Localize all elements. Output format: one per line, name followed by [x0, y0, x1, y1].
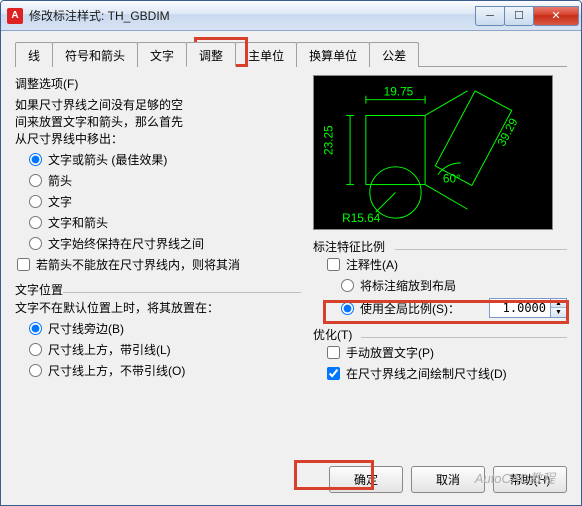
spin-up-icon[interactable]: ▲	[551, 299, 566, 308]
radio-text-or-arrows[interactable]: 文字或箭头 (最佳效果)	[29, 151, 301, 168]
radio-always-keep[interactable]: 文字始终保持在尺寸界线之间	[29, 235, 301, 252]
check-suppress-arrows[interactable]: 若箭头不能放在尺寸界线内，则将其消	[17, 256, 301, 273]
global-scale-label: 使用全局比例(S)：	[360, 300, 460, 317]
radio-text-and-arrows[interactable]: 文字和箭头	[29, 214, 301, 231]
radio-above-leader[interactable]: 尺寸线上方，带引线(L)	[29, 341, 301, 358]
radio-scale-layout[interactable]: 将标注缩放到布局	[341, 277, 567, 294]
minimize-button[interactable]: ─	[475, 6, 505, 26]
fit-options-title: 调整选项(F)	[15, 75, 301, 92]
fit-desc: 间来放置文字和箭头，那么首先	[15, 113, 301, 130]
svg-text:60°: 60°	[443, 172, 461, 186]
text-pos-title: 文字位置	[15, 281, 301, 298]
tab-tol[interactable]: 公差	[369, 42, 419, 67]
svg-text:19.75: 19.75	[384, 85, 414, 99]
titlebar: A 修改标注样式: TH_GBDIM ─ ☐ ✕	[1, 1, 581, 31]
preview-pane: 19.75 23.25 R15.64 60° 39.29	[313, 75, 553, 230]
window-title: 修改标注样式: TH_GBDIM	[29, 7, 476, 24]
close-button[interactable]: ✕	[533, 6, 579, 26]
tab-symbols[interactable]: 符号和箭头	[52, 42, 138, 67]
check-draw-dimline[interactable]: 在尺寸界线之间绘制尺寸线(D)	[327, 365, 567, 382]
tab-alt[interactable]: 换算单位	[296, 42, 370, 67]
svg-text:R15.64: R15.64	[342, 211, 381, 225]
check-annotative[interactable]: 注释性(A)	[327, 256, 567, 273]
check-manual-text[interactable]: 手动放置文字(P)	[327, 344, 567, 361]
maximize-button[interactable]: ☐	[504, 6, 534, 26]
radio-beside[interactable]: 尺寸线旁边(B)	[29, 320, 301, 337]
radio-text[interactable]: 文字	[29, 193, 301, 210]
spin-down-icon[interactable]: ▼	[551, 308, 566, 317]
tab-lines[interactable]: 线	[15, 42, 53, 67]
svg-text:39.29: 39.29	[494, 115, 520, 148]
radio-arrows[interactable]: 箭头	[29, 172, 301, 189]
tab-fit[interactable]: 调整	[186, 42, 236, 67]
optimize-title: 优化(T)	[313, 326, 567, 343]
tab-text[interactable]: 文字	[137, 42, 187, 67]
tab-strip: 线 符号和箭头 文字 调整 主单位 换算单位 公差	[15, 41, 567, 67]
text-pos-desc: 文字不在默认位置上时，将其放置在：	[15, 299, 301, 316]
fit-desc: 从尺寸界线中移出：	[15, 130, 301, 147]
scale-title: 标注特征比例	[313, 238, 567, 255]
app-icon: A	[7, 8, 23, 24]
tab-primary[interactable]: 主单位	[235, 42, 297, 67]
svg-text:23.25: 23.25	[321, 125, 335, 155]
cancel-button[interactable]: 取消	[411, 466, 485, 493]
help-button[interactable]: 帮助(H)	[493, 466, 567, 493]
radio-global-scale[interactable]	[341, 302, 354, 315]
radio-above-noleader[interactable]: 尺寸线上方，不带引线(O)	[29, 362, 301, 379]
global-scale-input[interactable]	[489, 298, 551, 318]
fit-desc: 如果尺寸界线之间没有足够的空	[15, 96, 301, 113]
ok-button[interactable]: 确定	[329, 466, 403, 493]
